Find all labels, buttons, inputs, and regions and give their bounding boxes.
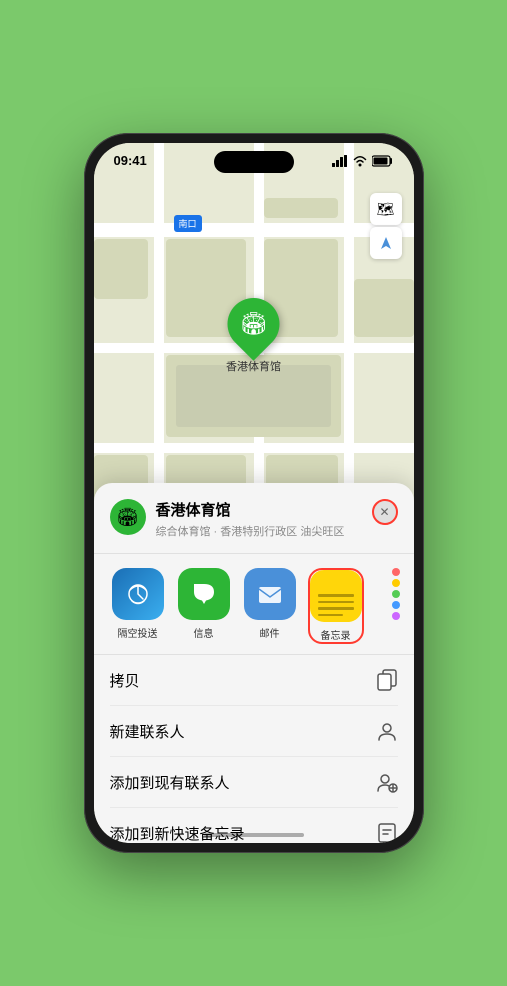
pin-stadium-icon: 🏟	[240, 311, 268, 337]
status-icons	[332, 155, 394, 167]
mail-label: 邮件	[260, 625, 280, 640]
airdrop-symbol	[124, 580, 152, 608]
map-controls: 🗺	[370, 193, 402, 259]
messages-icon	[178, 568, 230, 620]
wifi-icon	[352, 155, 368, 167]
share-item-notes[interactable]: 备忘录	[308, 568, 364, 644]
place-header: 🏟 香港体育馆 综合体育馆 · 香港特别行政区 油尖旺区 ✕	[94, 499, 414, 554]
location-icon	[379, 236, 393, 250]
airdrop-icon	[112, 568, 164, 620]
stadium-pin: 🏟 香港体育馆	[226, 298, 281, 374]
status-time: 09:41	[114, 153, 147, 168]
action-list: 拷贝 新建联系人 添加到现有联系人	[94, 655, 414, 843]
home-indicator	[204, 833, 304, 837]
pin-icon: 🏟	[217, 287, 291, 361]
notes-line-1	[318, 594, 354, 597]
notes-lines	[310, 570, 362, 622]
notes-line-2	[318, 601, 354, 604]
signal-icon	[332, 155, 348, 167]
add-notes-icon	[376, 822, 398, 843]
more-dot	[392, 601, 400, 609]
action-new-contact[interactable]: 新建联系人	[110, 706, 398, 757]
copy-icon	[376, 669, 398, 691]
more-dot	[392, 612, 400, 620]
mail-icon	[244, 568, 296, 620]
map-road	[344, 143, 354, 513]
more-dot	[392, 568, 400, 576]
copy-label: 拷贝	[110, 670, 140, 691]
map-block	[264, 198, 338, 218]
notes-icon	[310, 570, 362, 622]
notes-line-3	[318, 607, 354, 610]
close-button[interactable]: ✕	[372, 499, 398, 525]
share-item-messages[interactable]: 信息	[176, 568, 232, 644]
map-area: 南口 🏟 香港体育馆 🗺	[94, 143, 414, 513]
share-item-airdrop[interactable]: 隔空投送	[110, 568, 166, 644]
share-row: 隔空投送 信息	[94, 554, 414, 655]
place-info: 香港体育馆 综合体育馆 · 香港特别行政区 油尖旺区	[156, 499, 372, 539]
add-contact-icon	[376, 771, 398, 793]
new-contact-label: 新建联系人	[110, 721, 185, 742]
action-add-contact[interactable]: 添加到现有联系人	[110, 757, 398, 808]
map-block-inner	[176, 365, 331, 427]
dynamic-island	[214, 151, 294, 173]
messages-label: 信息	[194, 625, 214, 640]
map-road	[154, 143, 164, 513]
airdrop-label: 隔空投送	[118, 625, 158, 640]
new-contact-icon	[376, 720, 398, 742]
map-block	[354, 279, 414, 337]
share-more[interactable]	[374, 568, 414, 644]
more-dot	[392, 579, 400, 587]
more-circles	[370, 568, 414, 620]
place-icon: 🏟	[110, 499, 146, 535]
notes-line-4	[318, 614, 343, 617]
place-subtitle: 综合体育馆 · 香港特别行政区 油尖旺区	[156, 523, 372, 539]
action-copy[interactable]: 拷贝	[110, 655, 398, 706]
location-button[interactable]	[370, 227, 402, 259]
place-name: 香港体育馆	[156, 499, 372, 520]
bottom-sheet: 🏟 香港体育馆 综合体育馆 · 香港特别行政区 油尖旺区 ✕	[94, 483, 414, 843]
phone-screen: 09:41	[94, 143, 414, 843]
map-block	[94, 239, 148, 299]
battery-icon	[372, 155, 394, 167]
notes-label: 备忘录	[321, 627, 351, 642]
share-item-mail[interactable]: 邮件	[242, 568, 298, 644]
map-type-button[interactable]: 🗺	[370, 193, 402, 225]
mail-symbol	[256, 580, 284, 608]
add-contact-label: 添加到现有联系人	[110, 772, 230, 793]
phone-frame: 09:41	[84, 133, 424, 853]
more-dot	[392, 590, 400, 598]
action-add-notes[interactable]: 添加到新快速备忘录	[110, 808, 398, 843]
messages-symbol	[190, 580, 218, 608]
map-label: 南口	[174, 215, 202, 232]
